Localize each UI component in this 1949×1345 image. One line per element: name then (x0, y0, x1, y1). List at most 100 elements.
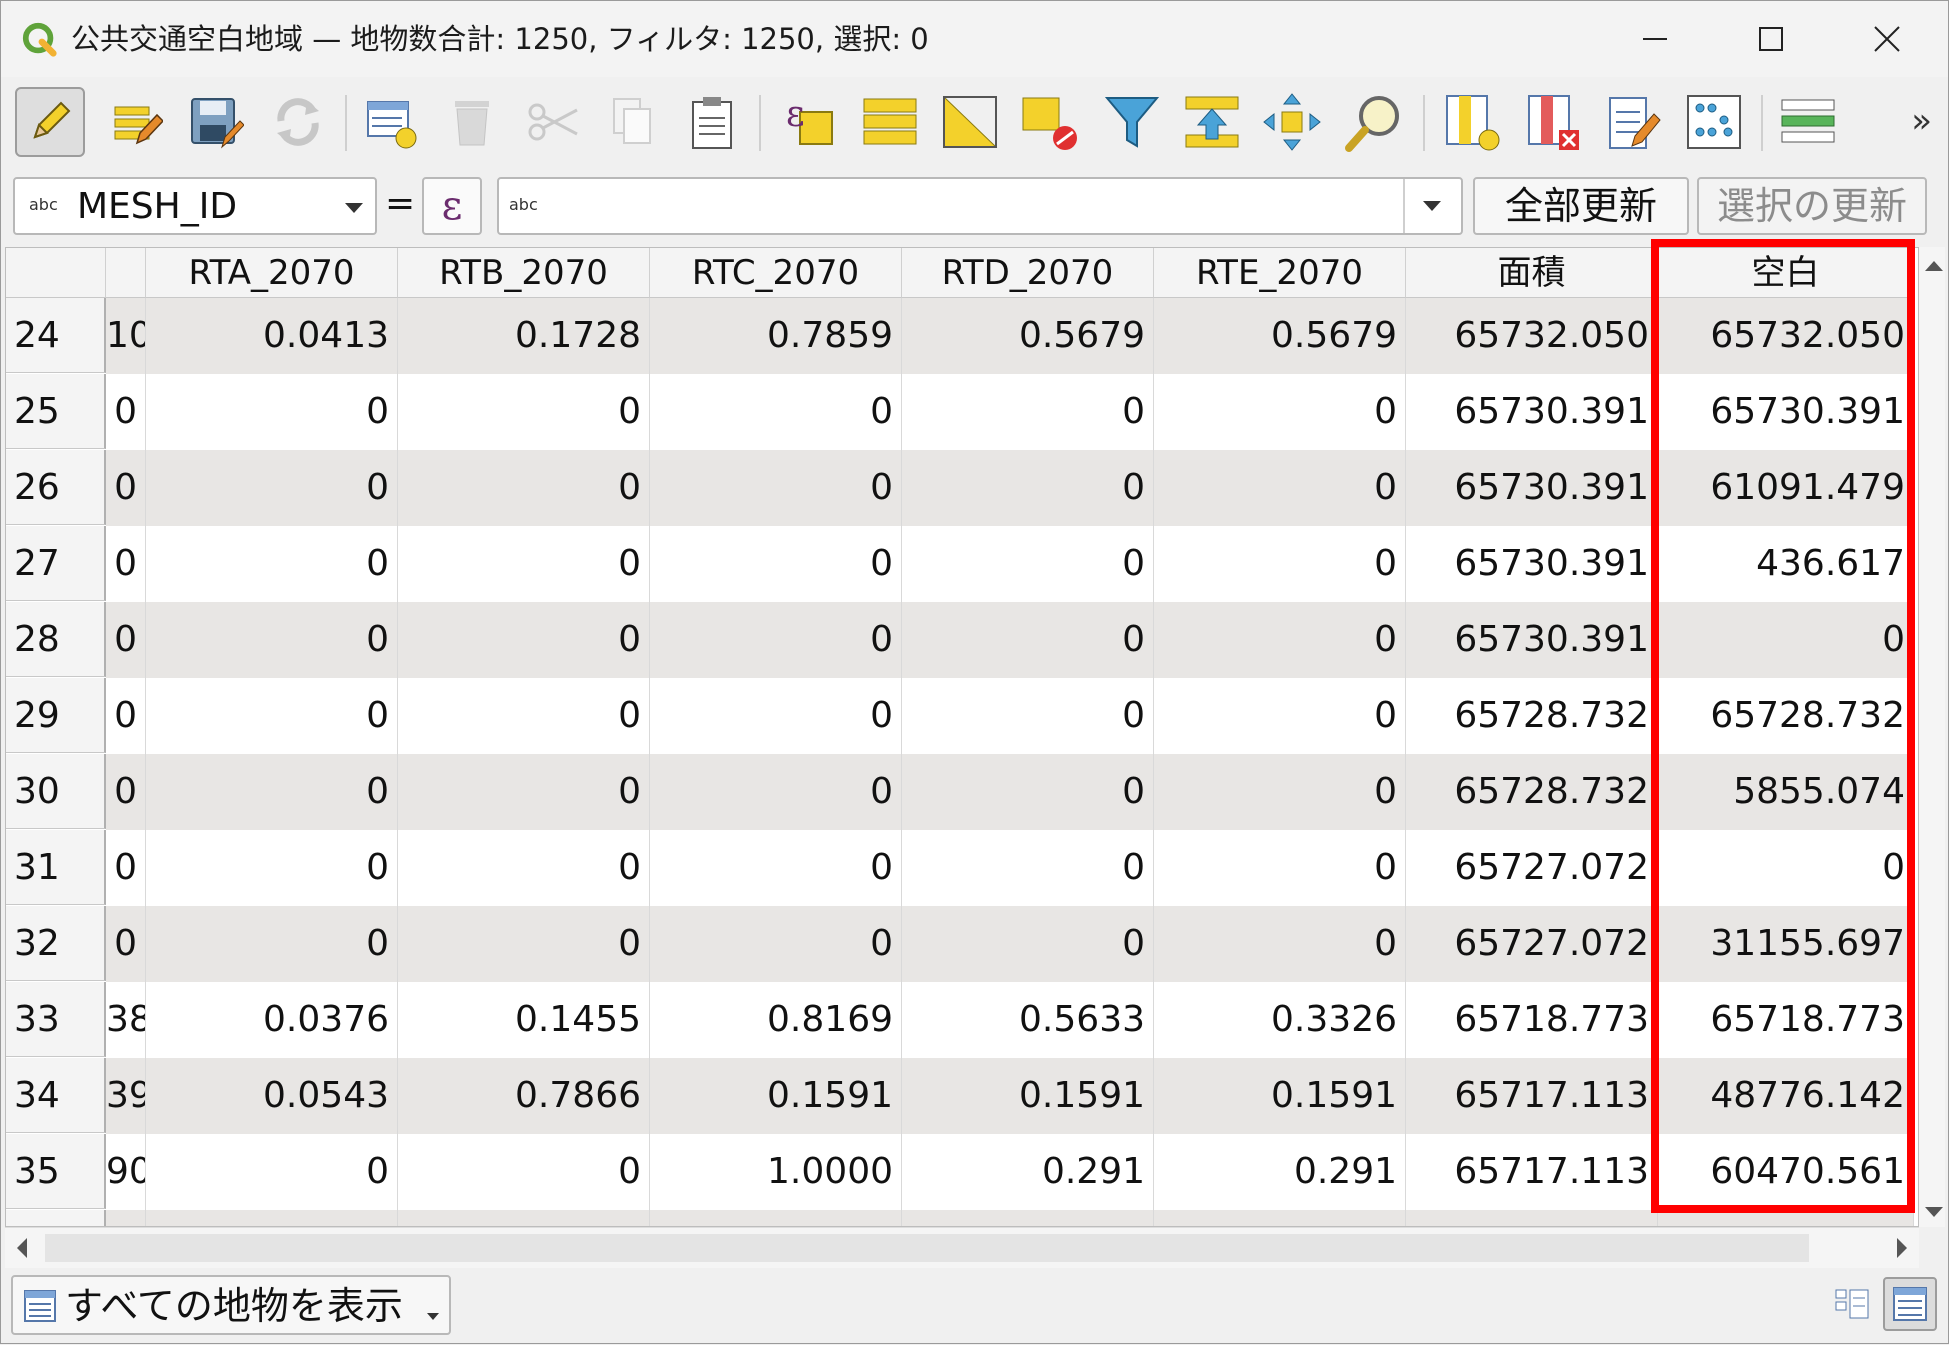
table-cell[interactable]: 0 (398, 526, 650, 602)
table-row[interactable]: 29 0 0 0 0 0 0 65728.732 65728.732 (6, 678, 1918, 754)
table-cell[interactable]: 0.0413 (146, 298, 398, 374)
table-cell[interactable] (146, 1210, 398, 1226)
table-cell[interactable]: 0 (902, 450, 1154, 526)
table-cell[interactable]: 65730.391 (1406, 450, 1658, 526)
table-cell[interactable]: 0 (902, 906, 1154, 982)
add-feature-button[interactable] (357, 87, 427, 157)
table-row[interactable]: 32 0 0 0 0 0 0 65727.072 31155.697 (6, 906, 1918, 982)
select-all-button[interactable] (855, 87, 925, 157)
table-cell[interactable]: 1.0000 (650, 1134, 902, 1210)
table-cell[interactable]: 31155.697 (1658, 906, 1914, 982)
table-cell[interactable]: 0.1591 (650, 1058, 902, 1134)
table-cell[interactable]: 10 (106, 298, 146, 374)
row-number[interactable]: 29 (6, 678, 106, 753)
table-cell[interactable]: 0 (1154, 602, 1406, 678)
table-cell[interactable] (1406, 1210, 1658, 1226)
update-all-button[interactable]: 全部更新 (1473, 177, 1689, 235)
row-number[interactable]: 30 (6, 754, 106, 829)
table-cell[interactable]: 5855.074 (1658, 754, 1914, 830)
table-cell[interactable]: 65732.050 (1658, 298, 1914, 374)
table-cell[interactable]: 65717.113 (1406, 1058, 1658, 1134)
table-cell[interactable]: 0 (146, 754, 398, 830)
attribute-table[interactable]: RTA_2070 RTB_2070 RTC_2070 RTD_2070 RTE_2070… (5, 247, 1919, 1227)
table-cell[interactable]: 0 (902, 526, 1154, 602)
table-cell[interactable]: 0.1455 (398, 982, 650, 1058)
table-row[interactable]: 26 0 0 0 0 0 0 65730.391 61091.479 (6, 450, 1918, 526)
table-row[interactable]: 25 0 0 0 0 0 0 65730.391 65730.391 (6, 374, 1918, 450)
table-cell[interactable]: 0.3326 (1154, 982, 1406, 1058)
row-number[interactable]: 33 (6, 982, 106, 1057)
column-header-rtb-2070[interactable]: RTB_2070 (398, 248, 650, 298)
table-cell[interactable]: 65718.773 (1406, 982, 1658, 1058)
table-cell[interactable]: 0 (650, 602, 902, 678)
expression-builder-button[interactable]: ε (422, 177, 482, 235)
table-cell[interactable]: 0.0543 (146, 1058, 398, 1134)
move-selection-top-button[interactable] (1177, 87, 1247, 157)
table-cell[interactable] (1154, 1210, 1406, 1226)
table-cell[interactable]: 0.5679 (902, 298, 1154, 374)
table-row[interactable]: 24100.04130.17280.78590.56790.567965732.… (6, 298, 1918, 374)
table-cell[interactable]: 0.7866 (398, 1058, 650, 1134)
row-number[interactable]: 26 (6, 450, 106, 525)
table-cell[interactable]: 0 (650, 830, 902, 906)
paste-button[interactable] (677, 87, 747, 157)
table-row[interactable]: 27 0 0 0 0 0 0 65730.391 436.617 (6, 526, 1918, 602)
scroll-down-icon[interactable] (1921, 1199, 1947, 1225)
row-number[interactable]: 25 (6, 374, 106, 449)
table-cell[interactable]: 0 (146, 602, 398, 678)
update-selected-button[interactable]: 選択の更新 (1697, 177, 1927, 235)
table-cell[interactable]: 0.7859 (650, 298, 902, 374)
table-cell[interactable]: 48776.142 (1658, 1058, 1914, 1134)
table-cell[interactable]: 0 (106, 906, 146, 982)
table-cell[interactable]: 0 (146, 374, 398, 450)
deselect-all-button[interactable] (1015, 87, 1085, 157)
delete-field-button[interactable] (1519, 87, 1589, 157)
table-row[interactable]: 30 0 0 0 0 0 0 65728.732 5855.074 (6, 754, 1918, 830)
partial-column-header[interactable] (106, 248, 146, 298)
cut-button[interactable] (519, 87, 589, 157)
table-cell[interactable]: 0 (1154, 830, 1406, 906)
table-cell[interactable]: 60470.561 (1658, 1134, 1914, 1210)
table-cell[interactable]: 0 (146, 1134, 398, 1210)
table-cell[interactable]: 65727.072 (1406, 830, 1658, 906)
toggle-editing-button[interactable] (15, 87, 85, 157)
table-cell[interactable]: 0 (650, 906, 902, 982)
row-number[interactable]: 32 (6, 906, 106, 981)
maximize-button[interactable] (1725, 1, 1817, 77)
table-cell[interactable]: 0 (1154, 450, 1406, 526)
table-cell[interactable]: 0 (1154, 678, 1406, 754)
multi-edit-button[interactable] (101, 87, 171, 157)
select-by-expression-button[interactable]: ε (775, 87, 845, 157)
row-number[interactable]: 24 (6, 298, 106, 373)
table-cell[interactable]: 0 (398, 906, 650, 982)
table-cell[interactable] (106, 1210, 146, 1226)
table-cell[interactable]: 65718.773 (1658, 982, 1914, 1058)
table-cell[interactable]: 65728.732 (1406, 678, 1658, 754)
conditional-formatting-button[interactable] (1679, 87, 1749, 157)
table-cell[interactable]: 0.291 (1154, 1134, 1406, 1210)
table-cell[interactable]: 0 (146, 906, 398, 982)
table-cell[interactable]: 0 (650, 678, 902, 754)
table-cell[interactable]: 0 (902, 602, 1154, 678)
column-header-rte-2070[interactable]: RTE_2070 (1154, 248, 1406, 298)
table-cell[interactable]: 0 (398, 450, 650, 526)
scroll-left-icon[interactable] (9, 1228, 35, 1268)
table-cell[interactable]: 0 (398, 374, 650, 450)
table-cell[interactable]: 0 (106, 830, 146, 906)
table-row[interactable]: 34390.05430.78660.15910.15910.159165717.… (6, 1058, 1918, 1134)
column-header-rtc-2070[interactable]: RTC_2070 (650, 248, 902, 298)
table-cell[interactable]: 0 (902, 374, 1154, 450)
table-cell[interactable]: 65727.072 (1406, 906, 1658, 982)
table-cell[interactable]: 0.5633 (902, 982, 1154, 1058)
table-cell[interactable] (902, 1210, 1154, 1226)
table-cell[interactable]: 0.8169 (650, 982, 902, 1058)
table-cell[interactable]: 65717.113 (1406, 1134, 1658, 1210)
zoom-to-selection-button[interactable] (1339, 87, 1409, 157)
table-cell[interactable]: 0 (106, 678, 146, 754)
toolbar-overflow-button[interactable]: » (1911, 101, 1932, 141)
form-view-button[interactable] (1825, 1277, 1879, 1331)
table-cell[interactable]: 0 (106, 602, 146, 678)
table-cell[interactable]: 0 (146, 830, 398, 906)
scroll-up-icon[interactable] (1921, 253, 1947, 279)
column-header-rta-2070[interactable]: RTA_2070 (146, 248, 398, 298)
